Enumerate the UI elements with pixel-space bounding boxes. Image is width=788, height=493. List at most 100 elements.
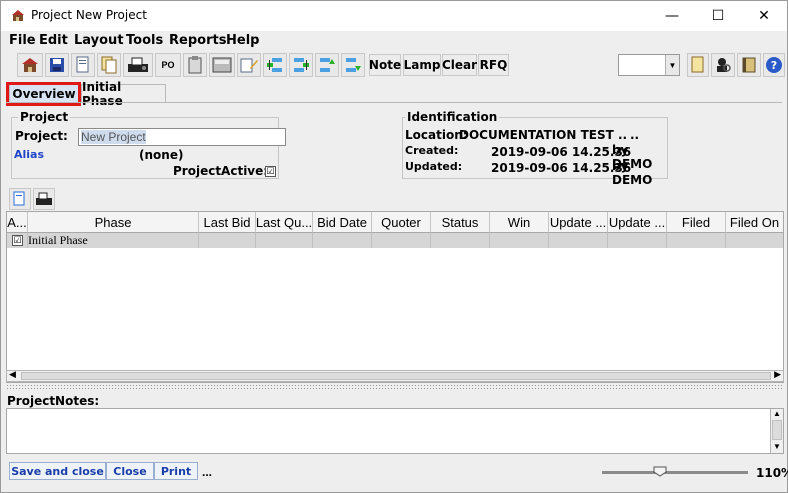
minimize-button[interactable]: — (649, 1, 695, 31)
project-notes-label: ProjectNotes: (7, 394, 100, 408)
col-header-status[interactable]: Status (431, 212, 490, 233)
tree-down-icon[interactable] (341, 53, 365, 77)
save-icon[interactable] (45, 53, 69, 77)
zoom-slider-track[interactable] (602, 471, 748, 474)
col-header-win[interactable]: Win (490, 212, 549, 233)
col-header-update-1[interactable]: Update ... (549, 212, 608, 233)
menu-tools[interactable]: Tools (126, 33, 163, 48)
alias-value: (none) (139, 148, 184, 162)
calculator-icon[interactable] (209, 53, 235, 77)
note-button[interactable]: Note (369, 54, 401, 76)
row-cell[interactable] (667, 233, 726, 248)
po-label: PO (161, 60, 175, 70)
col-header-filed-on[interactable]: Filed On (726, 212, 783, 233)
help-icon[interactable]: ? (763, 53, 785, 77)
row-cell[interactable] (256, 233, 313, 248)
col-header-bid-date[interactable]: Bid Date (313, 212, 372, 233)
tab-divider (6, 102, 782, 103)
project-legend: Project (18, 110, 71, 124)
col-header-last-quote[interactable]: Last Qu... (256, 212, 313, 233)
row-cell[interactable] (608, 233, 667, 248)
notes-vertical-scrollbar[interactable]: ▲ ▼ (770, 409, 783, 453)
rfq-button[interactable]: RFQ (478, 54, 509, 76)
maximize-button[interactable]: ☐ (695, 1, 741, 31)
created-label: Created: (405, 144, 459, 157)
row-cell[interactable] (549, 233, 608, 248)
table-row[interactable]: ☑ (7, 233, 28, 248)
scroll-thumb[interactable] (21, 372, 771, 380)
phase-table: A... Phase Last Bid Last Qu... Bid Date … (6, 211, 784, 383)
updated-value: 2019-09-06 14.25.36 (491, 161, 632, 175)
location-value: DOCUMENTATION TEST .. (459, 128, 628, 142)
menu-file[interactable]: File (9, 33, 36, 48)
window-title: Project New Project (31, 8, 147, 22)
col-header-filed[interactable]: Filed (667, 212, 726, 233)
created-value: 2019-09-06 14.25.36 (491, 145, 632, 159)
location-extra: .. (630, 128, 640, 142)
row-cell[interactable] (726, 233, 783, 248)
tree-right-icon[interactable] (289, 53, 313, 77)
user-search-icon[interactable] (711, 53, 735, 77)
menu-help[interactable]: Help (226, 33, 259, 48)
new-document-icon[interactable] (687, 53, 709, 77)
clear-button[interactable]: Clear (442, 54, 477, 76)
zoom-slider-knob[interactable] (653, 466, 667, 477)
menu-layout[interactable]: Layout (74, 33, 124, 48)
clipboard-icon[interactable] (183, 53, 207, 77)
identification-group: Identification Location: DOCUMENTATION T… (402, 110, 668, 187)
row-cell[interactable] (372, 233, 431, 248)
project-name-input[interactable]: New Project (78, 128, 286, 146)
copy-icon[interactable] (97, 53, 121, 77)
col-header-quoter[interactable]: Quoter (372, 212, 431, 233)
tab-overview[interactable]: Overview (9, 84, 79, 102)
home-icon[interactable] (17, 53, 43, 77)
application-window: Project New Project — ☐ ✕ File Edit Layo… (0, 0, 788, 493)
menu-reports[interactable]: Reports (169, 33, 226, 48)
phase-document-icon[interactable] (9, 188, 31, 210)
row-cell[interactable] (199, 233, 256, 248)
close-window-button[interactable]: ✕ (741, 1, 787, 31)
toolbar-combo[interactable]: ▼ (618, 54, 680, 76)
fax-icon[interactable] (123, 53, 153, 77)
po-icon[interactable]: PO (155, 53, 181, 77)
col-header-update-2[interactable]: Update ... (608, 212, 667, 233)
alias-link[interactable]: Alias (14, 148, 44, 161)
zoom-level: 110% (756, 466, 788, 480)
scroll-down-icon[interactable]: ▼ (773, 442, 781, 451)
chevron-down-icon[interactable]: ▼ (665, 55, 679, 75)
lamp-button[interactable]: Lamp (403, 54, 441, 76)
close-button[interactable]: Close (106, 462, 154, 480)
project-active-checkbox[interactable]: ☑ (265, 166, 276, 177)
row-cell[interactable] (490, 233, 549, 248)
edit-document-icon[interactable] (237, 53, 261, 77)
menu-edit[interactable]: Edit (39, 33, 68, 48)
scroll-left-icon[interactable]: ◀ (9, 369, 16, 380)
updated-by: by DEMO (612, 159, 653, 187)
table-horizontal-scrollbar[interactable]: ◀ ▶ (6, 369, 784, 382)
menu-bar: File Edit Layout Tools Reports Help (1, 31, 787, 51)
identification-legend: Identification (405, 110, 500, 124)
col-header-phase[interactable]: Phase (28, 212, 199, 233)
document-icon[interactable] (71, 53, 95, 77)
print-button[interactable]: Print (154, 462, 198, 480)
title-bar: Project New Project — ☐ ✕ (1, 1, 787, 31)
col-header-active[interactable]: A... (7, 212, 28, 233)
notes-scroll-thumb[interactable] (772, 420, 782, 440)
row-cell[interactable] (313, 233, 372, 248)
save-and-close-button[interactable]: Save and close (9, 462, 106, 480)
col-header-last-bid[interactable]: Last Bid (199, 212, 256, 233)
tab-initial-phase[interactable]: Initial Phase (81, 80, 166, 108)
row-phase-cell[interactable]: Initial Phase (28, 233, 199, 248)
tree-up-icon[interactable] (315, 53, 339, 77)
tree-left-icon[interactable] (263, 53, 287, 77)
phase-fax-icon[interactable] (33, 188, 55, 210)
pane-splitter[interactable] (6, 384, 784, 390)
project-name-value: New Project (81, 130, 146, 144)
book-icon[interactable] (737, 53, 761, 77)
more-ellipsis: ... (202, 465, 213, 479)
row-cell[interactable] (431, 233, 490, 248)
row-active-checkbox[interactable]: ☑ (12, 235, 23, 246)
project-notes-textarea[interactable]: ▲ ▼ (6, 408, 784, 454)
scroll-up-icon[interactable]: ▲ (773, 409, 781, 418)
scroll-right-icon[interactable]: ▶ (774, 369, 781, 380)
